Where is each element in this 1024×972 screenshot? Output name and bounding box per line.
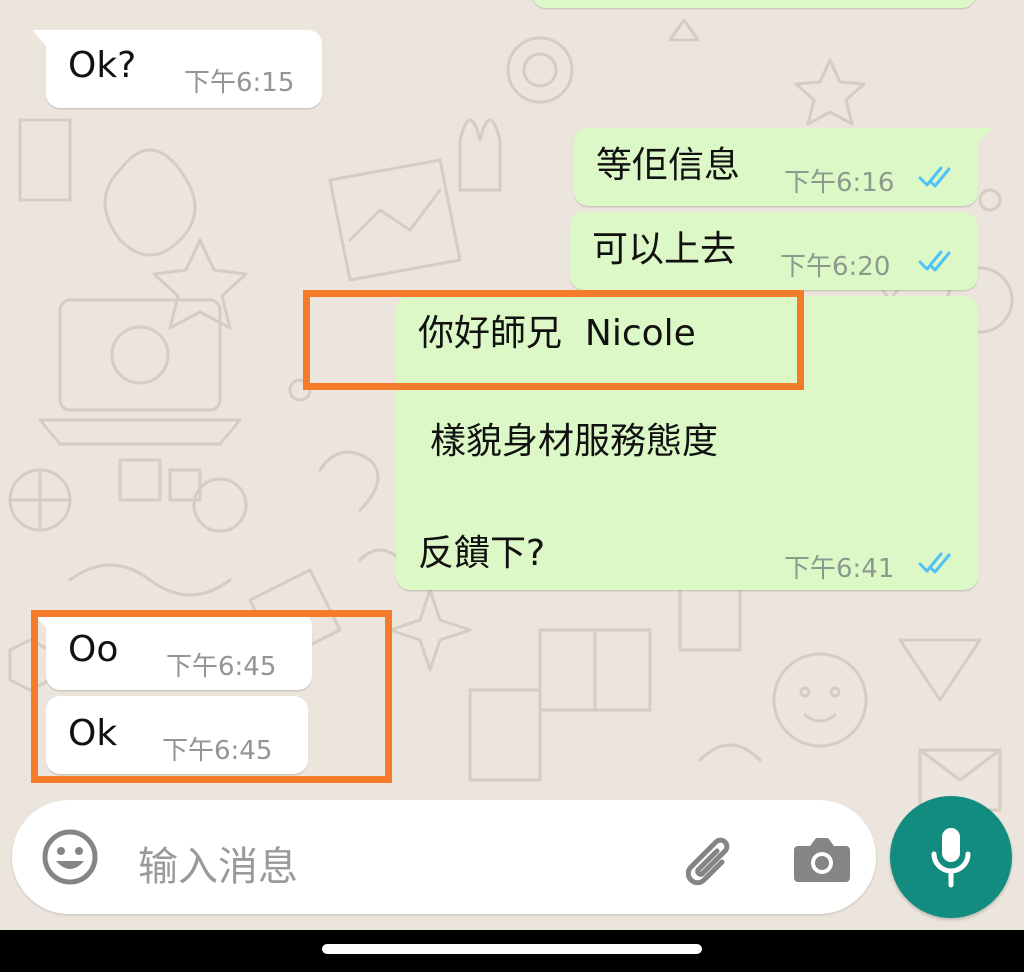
highlight-box — [303, 290, 804, 390]
message-bubble-outgoing[interactable]: 可以上去 下午6:20 — [570, 212, 978, 290]
message-bubble-incoming[interactable]: Ok? 下午6:15 — [32, 30, 322, 108]
paperclip-icon[interactable] — [678, 828, 740, 890]
message-text: 可以上去 — [592, 229, 737, 270]
read-receipt-icon — [918, 552, 951, 574]
message-line: 反饋下? — [418, 533, 546, 574]
message-time: 下午6:16 — [784, 168, 895, 198]
message-bubble-outgoing[interactable]: 等佢信息 下午6:16 — [574, 128, 992, 206]
microphone-icon — [931, 828, 971, 888]
camera-icon[interactable] — [792, 832, 852, 886]
home-indicator[interactable] — [322, 944, 702, 954]
message-composer[interactable]: 输入消息 — [12, 800, 876, 914]
system-navigation-bar — [0, 930, 1024, 972]
read-receipt-icon — [918, 250, 951, 272]
highlight-box — [31, 610, 392, 783]
message-time: 下午6:20 — [780, 252, 891, 282]
read-receipt-icon — [918, 166, 951, 188]
bubble-tail — [976, 128, 992, 146]
message-bubble-outgoing-partial[interactable] — [532, 0, 976, 8]
message-text: 等佢信息 — [596, 145, 741, 186]
emoji-icon[interactable] — [40, 827, 100, 887]
message-time: 下午6:41 — [784, 554, 895, 584]
message-time: 下午6:15 — [184, 68, 295, 98]
message-input-placeholder[interactable]: 输入消息 — [138, 834, 298, 892]
bubble-tail — [32, 30, 48, 48]
message-line: 樣貌身材服務態度 — [430, 421, 719, 462]
message-text: Ok? — [68, 45, 137, 86]
voice-message-button[interactable] — [890, 796, 1012, 918]
